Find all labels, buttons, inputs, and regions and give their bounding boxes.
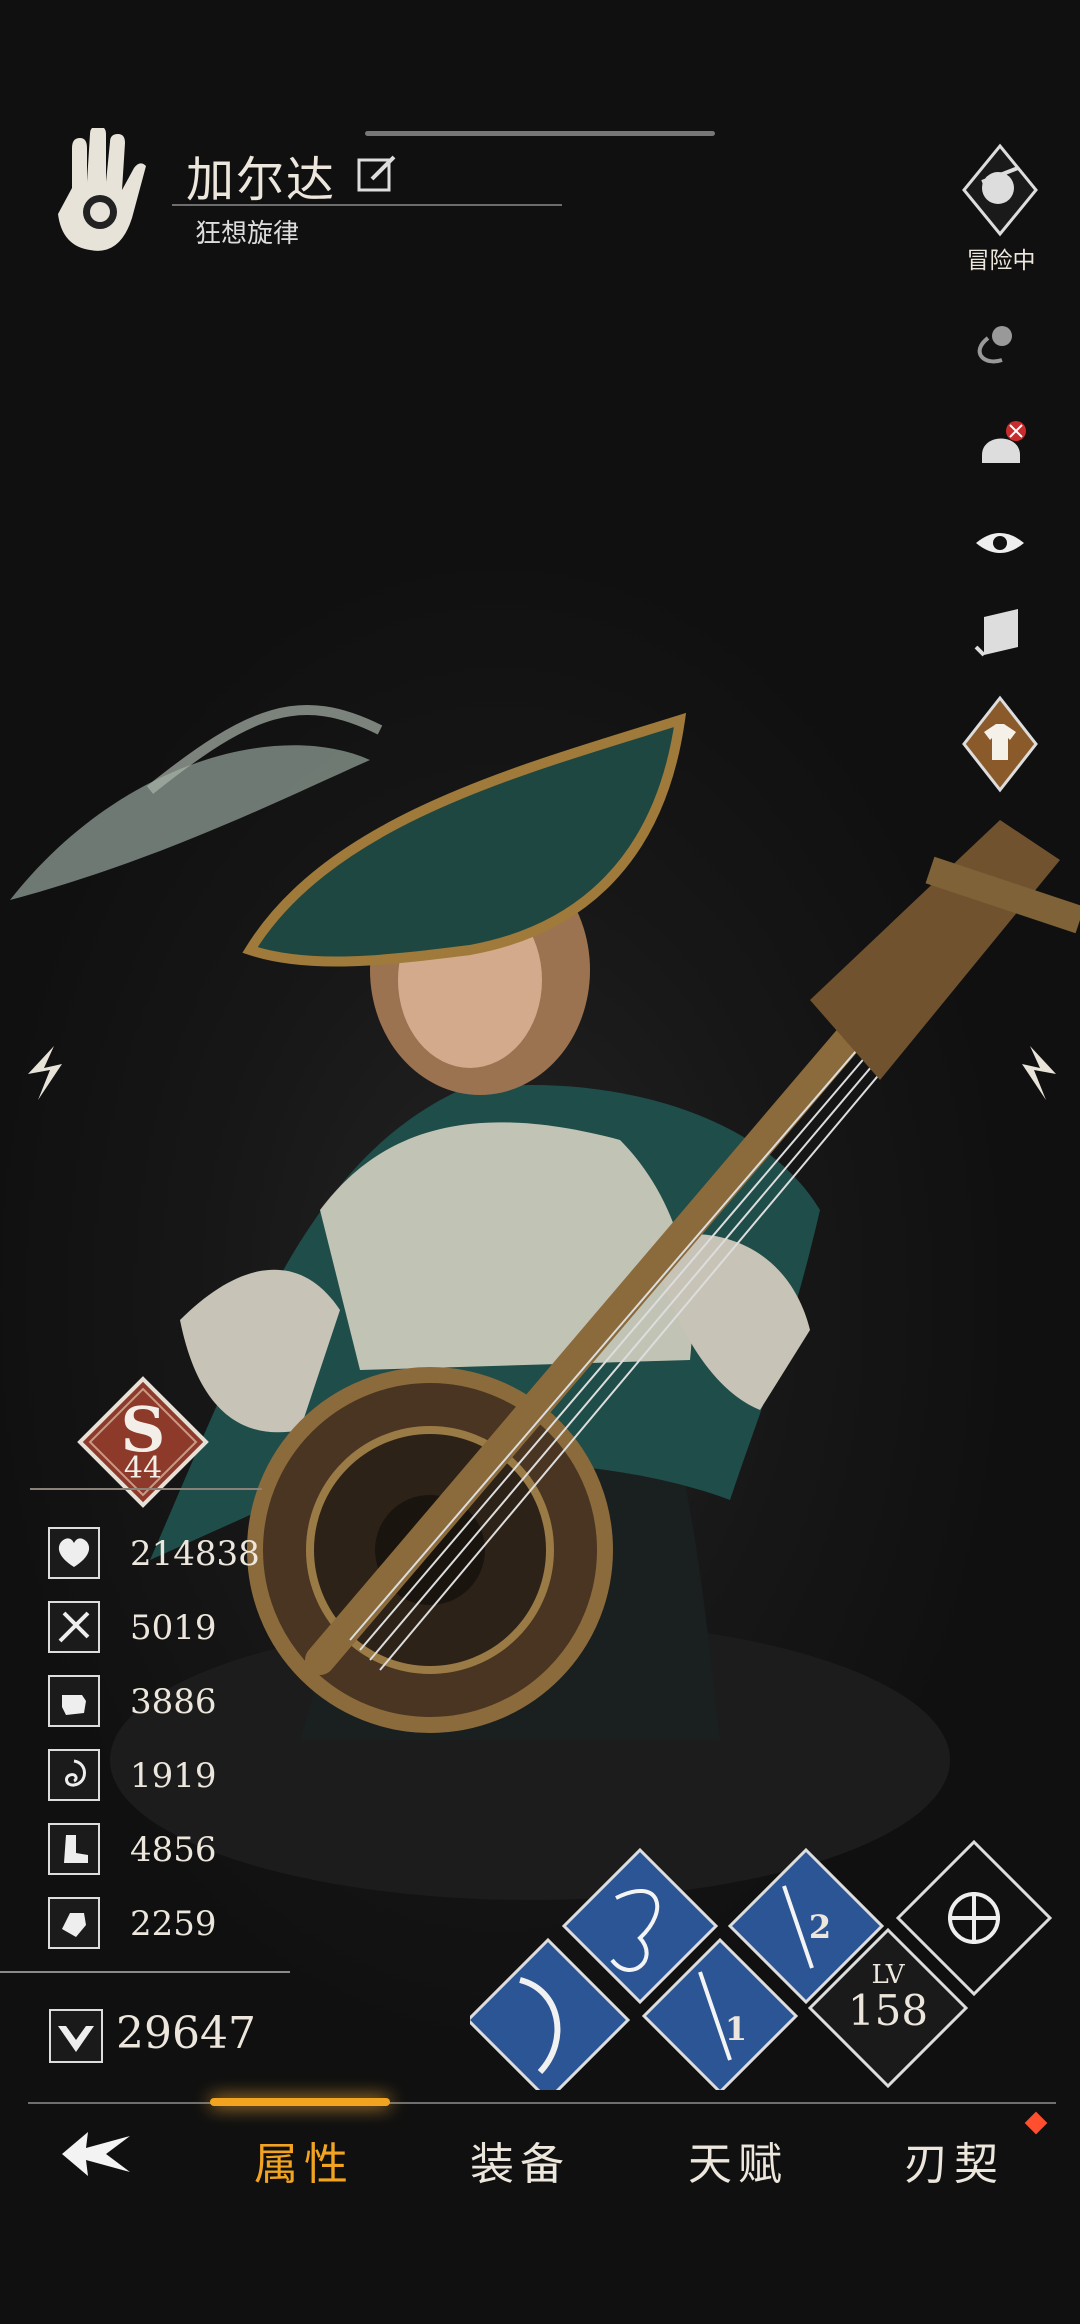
- stat-row-healing: 2259: [48, 1897, 288, 1953]
- outfit-icon[interactable]: [960, 694, 1040, 794]
- stat-row-strength: 3886: [48, 1675, 288, 1731]
- combat-power-value: 29647: [116, 2008, 256, 2059]
- tab-attributes[interactable]: 属性: [254, 2128, 354, 2192]
- previous-character-arrow[interactable]: [20, 1040, 66, 1110]
- heart-icon: [48, 1527, 100, 1579]
- active-tab-indicator: [210, 2098, 390, 2106]
- hand-emblem-icon: [58, 128, 146, 251]
- stat-row-speed: 4856: [48, 1823, 288, 1879]
- character-name: 加尔达: [186, 152, 337, 208]
- tab-blade-contract[interactable]: 刃契: [904, 2128, 1004, 2192]
- rank-divider: [30, 1488, 262, 1490]
- stat-row-attack: 5019: [48, 1601, 288, 1657]
- skill-panel: [470, 1839, 1053, 2090]
- stat-value-strength: 3886: [130, 1682, 217, 1722]
- tab-equipment[interactable]: 装备: [470, 2128, 570, 2192]
- stat-row-magic: 1919: [48, 1749, 288, 1805]
- stat-value-healing: 2259: [130, 1904, 217, 1944]
- stat-value-attack: 5019: [130, 1608, 217, 1648]
- stat-value-speed: 4856: [130, 1830, 217, 1870]
- stat-value-health: 214838: [130, 1534, 260, 1574]
- adventure-status-icon[interactable]: [960, 142, 1040, 238]
- adventure-status-label: 冒险中: [966, 248, 1036, 274]
- character-scene: 加尔达 狂想旋律 冒险中 S 44 214838 5019 3886 1919 …: [0, 0, 1080, 2324]
- hide-helmet-icon[interactable]: [960, 415, 1040, 475]
- combat-power-icon: [49, 2009, 103, 2063]
- back-icon[interactable]: [56, 2126, 136, 2182]
- tabbar-divider: [28, 2102, 1056, 2104]
- swirl-icon: [48, 1749, 100, 1801]
- skill-slot-2-number: 2: [808, 1908, 832, 1946]
- stat-row-health: 214838: [48, 1527, 288, 1583]
- name-underline: [172, 204, 562, 206]
- sword-icon: [48, 1601, 100, 1653]
- rope-icon[interactable]: [960, 318, 1040, 368]
- character-class: 狂想旋律: [195, 219, 300, 249]
- fist-icon: [48, 1675, 100, 1727]
- view-eye-icon[interactable]: [960, 525, 1040, 561]
- hand-heart-icon: [48, 1897, 100, 1949]
- edit-name-icon[interactable]: [354, 150, 400, 196]
- rank-level: 44: [123, 1451, 163, 1486]
- skill-slot-1-number: 1: [724, 2010, 748, 2048]
- notes-icon[interactable]: [960, 605, 1040, 663]
- top-progress-bar: [365, 131, 715, 136]
- notification-dot: [1024, 2111, 1048, 2135]
- next-character-arrow[interactable]: [1018, 1040, 1064, 1110]
- tab-talent[interactable]: 天赋: [688, 2128, 788, 2192]
- boot-icon: [48, 1823, 100, 1875]
- level-value: 158: [847, 1986, 929, 2035]
- stats-divider: [0, 1971, 290, 1973]
- stat-value-magic: 1919: [130, 1756, 217, 1796]
